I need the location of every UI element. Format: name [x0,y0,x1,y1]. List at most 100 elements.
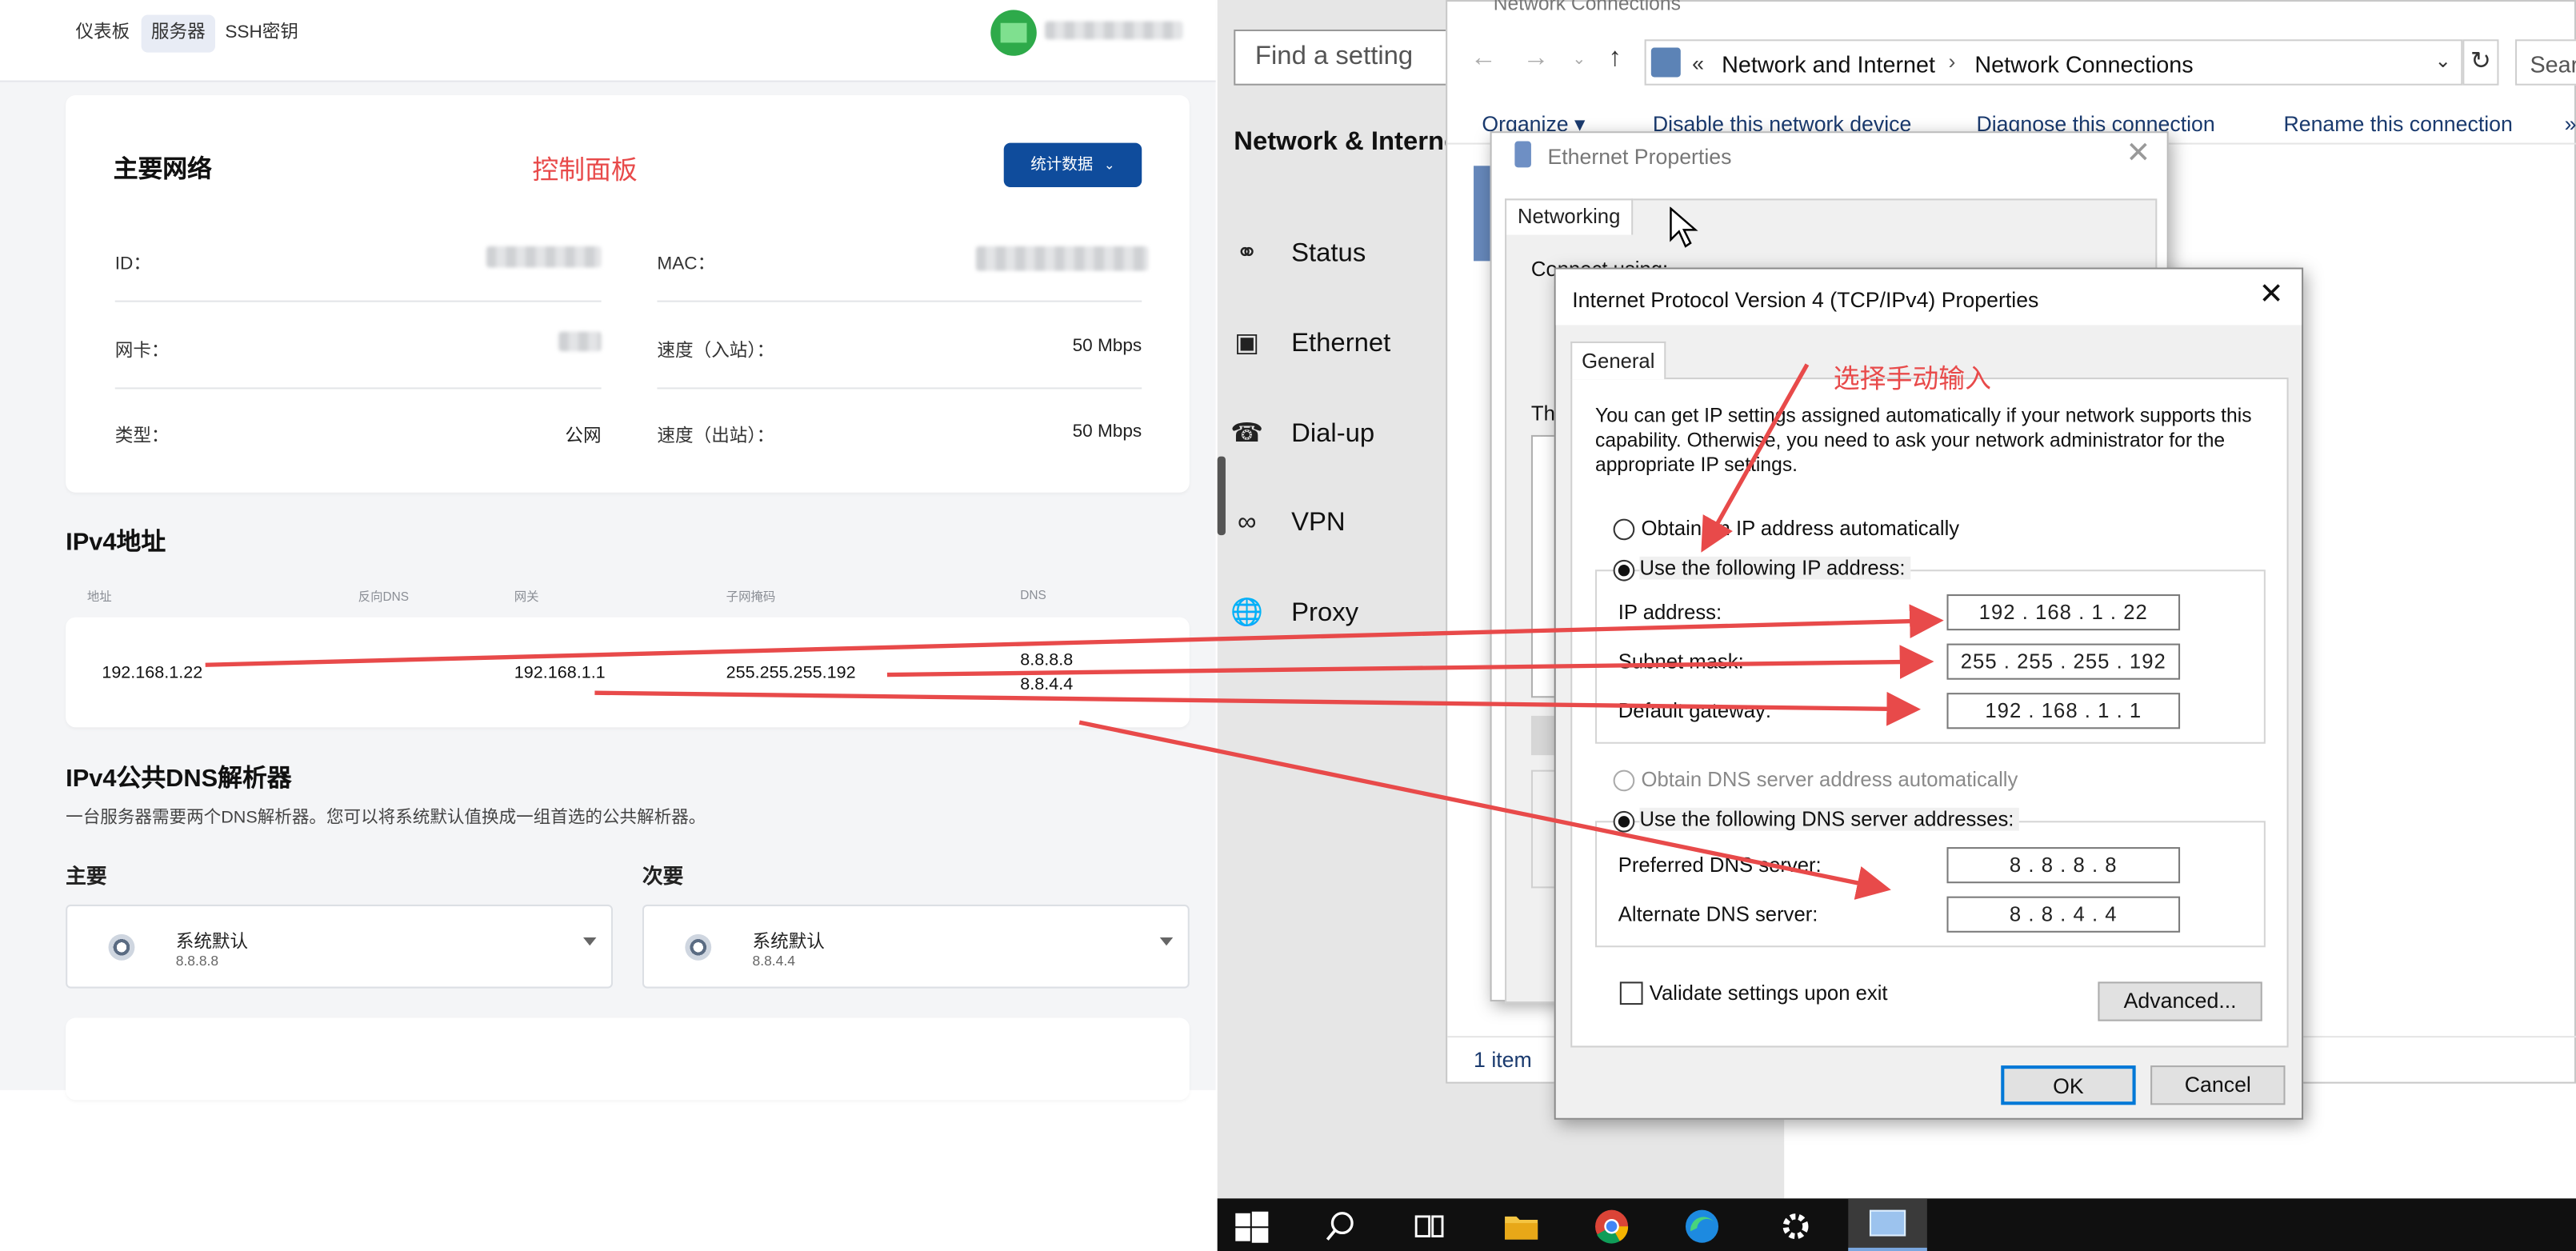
mouse-cursor-icon [1670,206,1698,248]
address-dropdown-icon[interactable]: ⌄ [2434,50,2451,73]
explorer-search-placeholder: Sear [2530,50,2576,78]
settings-item-label: Proxy [1291,599,1359,628]
settings-item-label: Dial-up [1291,420,1375,449]
nic-value-redacted [558,331,602,352]
obtain-ip-auto-label: Obtain an IP address automatically [1641,517,1960,541]
item-count: 1 item [1474,1047,1532,1073]
more-toolbar-button[interactable]: » [2565,112,2576,137]
settings-item-status[interactable]: ⚭ Status [1218,230,1447,279]
chevron-down-icon: ⌄ [1103,158,1115,173]
globe-icon: ⚭ [1235,239,1258,268]
type-value: 公网 [565,426,602,447]
stats-button[interactable]: 统计数据 ⌄ [1003,142,1142,187]
settings-item-ethernet[interactable]: ▣ Ethernet [1218,320,1447,370]
dns-provider-icon [685,933,712,961]
cancel-button[interactable]: Cancel [2150,1065,2286,1105]
chrome-icon[interactable] [1594,1209,1630,1245]
use-following-dns-radio[interactable] [1613,810,1635,833]
ethernet-icon [1514,141,1531,168]
avatar[interactable] [990,10,1037,56]
default-gateway-field[interactable]: 192 . 168 . 1 . 1 [1946,693,2181,729]
tab-servers[interactable]: 服务器 [141,14,216,53]
windows-start-icon[interactable] [1234,1209,1270,1245]
settings-item-label: VPN [1291,509,1346,538]
network-connections-taskbar-button[interactable] [1848,1198,1927,1251]
obtain-ip-auto-radio[interactable] [1613,518,1635,541]
id-label: ID： [114,254,151,274]
settings-item-label: Ethernet [1291,330,1391,358]
mac-label: MAC： [657,254,716,274]
tab-ssh-keys[interactable]: SSH密钥 [215,14,308,52]
forward-arrow-icon[interactable]: → [1523,44,1550,74]
tab-general[interactable]: General [1570,341,1666,380]
ethernet-dialog-title: Ethernet Properties [1547,144,1732,170]
network-folder-icon [1650,47,1681,78]
col-subnet: 子网掩码 [726,589,776,605]
secondary-dns-select[interactable]: 系统默认 8.8.4.4 [642,904,1190,989]
primary-dns-ip: 8.8.8.8 [175,952,219,969]
dialup-icon: ☎ [1230,420,1264,449]
default-gateway-label: Default gateway: [1618,699,1771,723]
use-following-ip-radio[interactable] [1613,559,1635,582]
up-arrow-icon[interactable]: ↑ [1608,44,1621,74]
subnet-mask-field[interactable]: 255 . 255 . 255 . 192 [1946,643,2181,680]
task-view-icon[interactable] [1411,1209,1447,1245]
col-reverse-dns: 反向DNS [358,589,410,605]
divider [657,387,1142,390]
settings-scroll-handle[interactable] [1217,456,1226,536]
explorer-search-input[interactable]: Sear [2515,39,2576,86]
primary-dns-name: 系统默认 [175,932,249,953]
secondary-dns-name: 系统默认 [752,932,825,953]
address-bar[interactable]: « Network and Internet › Network Connect… [1644,39,2463,86]
breadcrumb-separator: › [1948,49,1956,74]
divider [114,300,602,302]
row-subnet: 255.255.255.192 [726,663,856,683]
primary-dns-select[interactable]: 系统默认 8.8.8.8 [66,904,613,989]
dns-provider-icon [108,933,135,961]
this-connection-label: Th [1530,402,1555,426]
ipv4-description: You can get IP settings assigned automat… [1595,403,2252,477]
use-following-dns-label: Use the following DNS server addresses: [1639,807,2019,831]
username-redacted [1045,21,1183,40]
breadcrumb-network-internet[interactable]: Network and Internet [1722,51,1935,78]
breadcrumb-network-connections[interactable]: Network Connections [1974,51,2193,78]
edge-icon[interactable] [1684,1209,1720,1245]
advanced-button[interactable]: Advanced... [2098,981,2262,1021]
alternate-dns-field[interactable]: 8 . 8 . 4 . 4 [1946,896,2181,933]
server-control-panel: 仪表板 服务器 SSH密钥 主要网络 控制面板 统计数据 ⌄ ID： MAC： … [0,0,1216,1101]
obtain-dns-auto-radio[interactable] [1613,769,1635,792]
back-arrow-icon[interactable]: ← [1470,44,1497,74]
close-icon[interactable]: ✕ [2126,136,2150,170]
settings-item-dialup[interactable]: ☎ Dial-up [1218,410,1447,460]
id-value-redacted [486,246,602,268]
explorer-title: Network Connections [1493,0,1681,15]
stats-button-label: 统计数据 [1030,155,1094,174]
tab-dashboard[interactable]: 仪表板 [66,14,139,52]
rename-button[interactable]: Rename this connection [2283,112,2512,137]
ip-address-field[interactable]: 192 . 168 . 1 . 22 [1946,594,2181,631]
recent-chevron-icon[interactable]: ⌄ [1572,51,1586,70]
preferred-dns-field[interactable]: 8 . 8 . 8 . 8 [1946,847,2181,884]
refresh-button[interactable]: ↻ [2462,39,2499,86]
speed-in-value: 50 Mbps [1072,336,1142,357]
file-explorer-icon[interactable] [1503,1209,1539,1245]
settings-item-label: Status [1291,239,1366,268]
tab-networking-label: Networking [1517,205,1621,229]
settings-gear-icon[interactable] [1778,1209,1814,1245]
validate-checkbox[interactable] [1619,981,1643,1005]
divider [114,387,602,390]
tab-general-label: General [1582,350,1655,373]
tab-networking[interactable]: Networking [1505,198,1634,235]
dns-resolver-description: 一台服务器需要两个DNS解析器。您可以将系统默认值换成一组首选的公共解析器。 [66,807,706,828]
next-card [66,1017,1190,1101]
control-panel-annotation: 控制面板 [532,158,638,186]
close-icon[interactable]: ✕ [2259,278,2284,312]
settings-item-vpn[interactable]: ∞ VPN [1218,499,1447,549]
dropdown-arrow-icon [583,937,597,946]
settings-search-input[interactable]: Find a setting [1234,29,1464,86]
row-gateway: 192.168.1.1 [514,663,606,683]
ok-button[interactable]: OK [2001,1065,2136,1105]
ethernet-icon: ▣ [1234,330,1260,358]
settings-item-proxy[interactable]: 🌐 Proxy [1218,590,1447,639]
search-icon[interactable] [1322,1209,1358,1245]
